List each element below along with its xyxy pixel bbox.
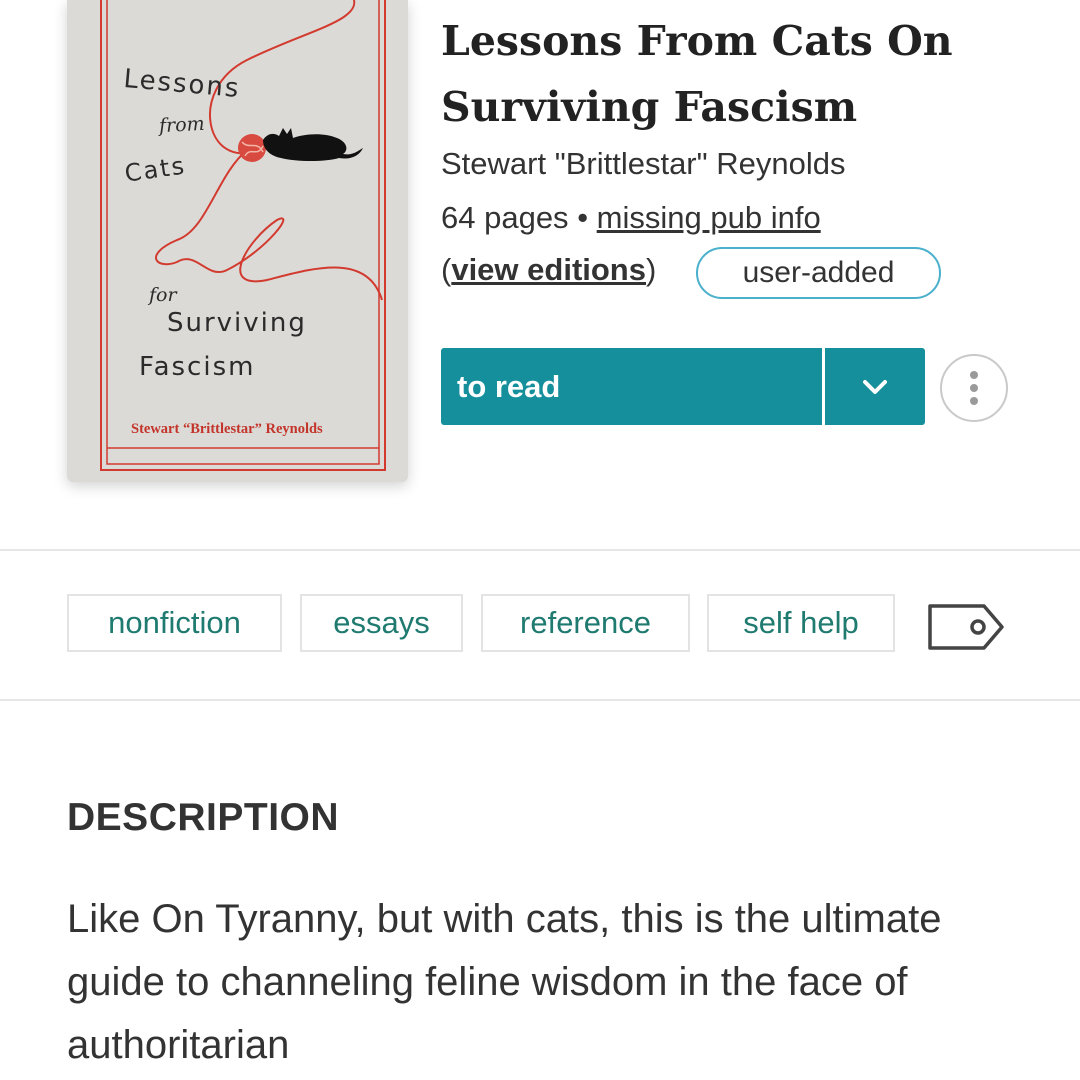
meta-separator: •	[577, 200, 589, 235]
book-author: Stewart "Brittlestar" Reynolds	[441, 146, 845, 182]
book-cover[interactable]: Lessons from Cats for Surviving Fascism …	[67, 0, 408, 482]
vertical-ellipsis-icon	[970, 371, 978, 405]
view-editions-link[interactable]: view editions	[451, 252, 646, 287]
missing-pub-info-link[interactable]: missing pub info	[597, 200, 821, 235]
cover-title-fascism: Fascism	[139, 352, 256, 382]
page-count: 64 pages	[441, 200, 569, 235]
shelf-dropdown-button[interactable]	[825, 348, 925, 425]
paren-open: (	[441, 252, 452, 287]
cover-title-from: from	[158, 112, 206, 138]
add-tag-button[interactable]	[926, 600, 1008, 659]
cover-author: Stewart “Brittlestar” Reynolds	[131, 421, 323, 437]
tag-nonfiction[interactable]: nonfiction	[67, 594, 282, 652]
description-text: Like On Tyranny, but with cats, this is …	[67, 897, 942, 1067]
section-divider	[0, 549, 1080, 551]
more-options-button[interactable]	[940, 354, 1008, 422]
cover-artwork	[100, 0, 386, 471]
cover-title-surviving: Surviving	[167, 308, 307, 338]
section-divider	[0, 699, 1080, 701]
chevron-down-icon	[863, 379, 887, 394]
tag-icon	[928, 604, 1004, 650]
user-added-badge: user-added	[696, 247, 941, 299]
tag-essays[interactable]: essays	[300, 594, 463, 652]
description-heading: DESCRIPTION	[67, 796, 340, 839]
tag-self-help[interactable]: self help	[707, 594, 895, 652]
author-link[interactable]: Stewart "Brittlestar" Reynolds	[441, 146, 845, 181]
shelf-status-button[interactable]: to read	[441, 348, 822, 425]
editions-line: (view editions)	[441, 252, 656, 288]
tag-reference[interactable]: reference	[481, 594, 690, 652]
book-meta: 64 pages • missing pub info	[441, 200, 821, 236]
paren-close: )	[646, 252, 657, 287]
book-title: Lessons From Cats On Surviving Fascism	[441, 17, 953, 131]
cover-title-for: for	[149, 284, 177, 306]
